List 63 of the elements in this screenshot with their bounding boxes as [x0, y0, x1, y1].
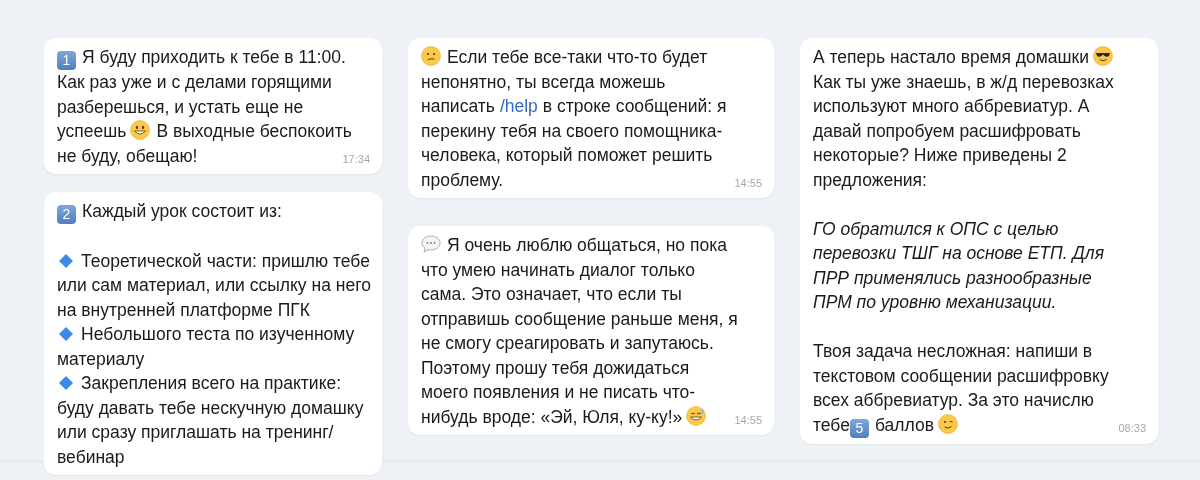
message-text: А теперь настало время домашки — [813, 47, 1090, 67]
confused-face-icon — [421, 46, 441, 66]
message-text: баллов — [874, 414, 934, 435]
message-text: непонятно, ты всегда можешь — [421, 71, 666, 92]
message-text: отправишь сообщение раньше меня, я — [421, 308, 738, 329]
message-text: вебинар — [57, 446, 125, 467]
message-text: или сам материал, или ссылку на него — [57, 275, 371, 295]
message-text: не смогу среагировать и запутаюсь. — [421, 333, 714, 353]
message-text: Если тебе все-таки что-то будет — [447, 47, 708, 67]
message-text: моего появления и не писать что- — [421, 382, 696, 402]
message-text: предложения: — [813, 169, 927, 190]
message-text: не буду, обещаю! — [57, 145, 198, 166]
message-text: человека, который поможет решить — [421, 145, 713, 165]
message-text: нибудь вроде: «Эй, Юля, ку-ку!» — [421, 406, 683, 427]
message-text: буду давать тебе нескучную домашку — [57, 397, 364, 418]
message-text: перекину тебя на своего помощника- — [421, 120, 723, 141]
message-text: текстовом сообщении расшифровку — [813, 365, 1109, 386]
message-text: разберешься, и устать еще не — [57, 96, 304, 117]
number-badge: 2 — [57, 205, 76, 224]
message-text: всех аббревиатур. За это начислю — [813, 390, 1094, 410]
message-time: 14:55 — [734, 175, 762, 190]
message-text: или сразу приглашать на тренинг/ — [57, 422, 334, 442]
message-text: материалу — [57, 348, 145, 369]
message-text: что умею начинать диалог только — [421, 259, 695, 280]
message-text: В выходные беспокоить — [156, 121, 352, 141]
sweat-smile-icon — [686, 405, 707, 426]
message-text: ПРР применялись разнообразные — [813, 267, 1092, 288]
message-text: ПРМ по уровню механизации. — [813, 292, 1057, 312]
message-text: Как ты уже знаешь, в ж/д перевозках — [813, 71, 1114, 92]
smiley-icon — [130, 120, 151, 140]
message-text: Закрепления всего на практике: — [81, 373, 342, 393]
number-badge: 1 — [57, 51, 76, 70]
message-text: Твоя задача несложная: напиши в — [813, 341, 1093, 361]
speech-bubble-icon — [421, 234, 441, 254]
message-text: Я очень люблю общаться, но пока — [447, 235, 727, 255]
message-text: Как раз уже и с делами горящими — [57, 72, 332, 92]
diamond-icon — [57, 374, 75, 392]
message-text: тебе — [813, 414, 850, 435]
message-text: написать — [421, 96, 495, 116]
message-text: ГО обратился к ОПС с целью — [813, 218, 1059, 239]
message-text: используют много аббревиатур. А — [813, 96, 1090, 116]
message-time: 08:33 — [1118, 420, 1146, 435]
message-text: Каждый урок состоит из: — [82, 201, 282, 221]
message-text: в строке сообщений: я — [542, 96, 727, 116]
message-text: Поэтому прошу тебя дожидаться — [421, 357, 690, 378]
message-text: успеешь — [57, 121, 127, 141]
help-link[interactable]: /help — [499, 96, 538, 116]
message-time: 14:55 — [734, 412, 762, 427]
message-time: 17:34 — [342, 151, 370, 166]
message-text: Я буду приходить к тебе в 11:00. — [82, 47, 346, 67]
number-badge: 5 — [849, 418, 869, 438]
message-text: проблему. — [421, 169, 504, 190]
diamond-icon — [57, 251, 75, 270]
winking-face-icon — [937, 413, 958, 434]
message-text: давай попробуем расшифровать — [813, 120, 1081, 141]
message-text: Теоретической части: пришлю тебе — [81, 250, 370, 271]
diamond-icon — [57, 325, 75, 343]
message-text: некоторые? Ниже приведены 2 — [813, 145, 1067, 165]
message-text: перевозки ТШГ на основе ЕТП. Для — [813, 243, 1104, 263]
message-text: Небольшого теста по изученному — [81, 324, 355, 344]
sunglasses-face-icon — [1093, 46, 1114, 66]
message-text: сама. Это означает, что если ты — [421, 284, 682, 304]
message-text: на внутренней платформе ПГК — [57, 299, 310, 320]
